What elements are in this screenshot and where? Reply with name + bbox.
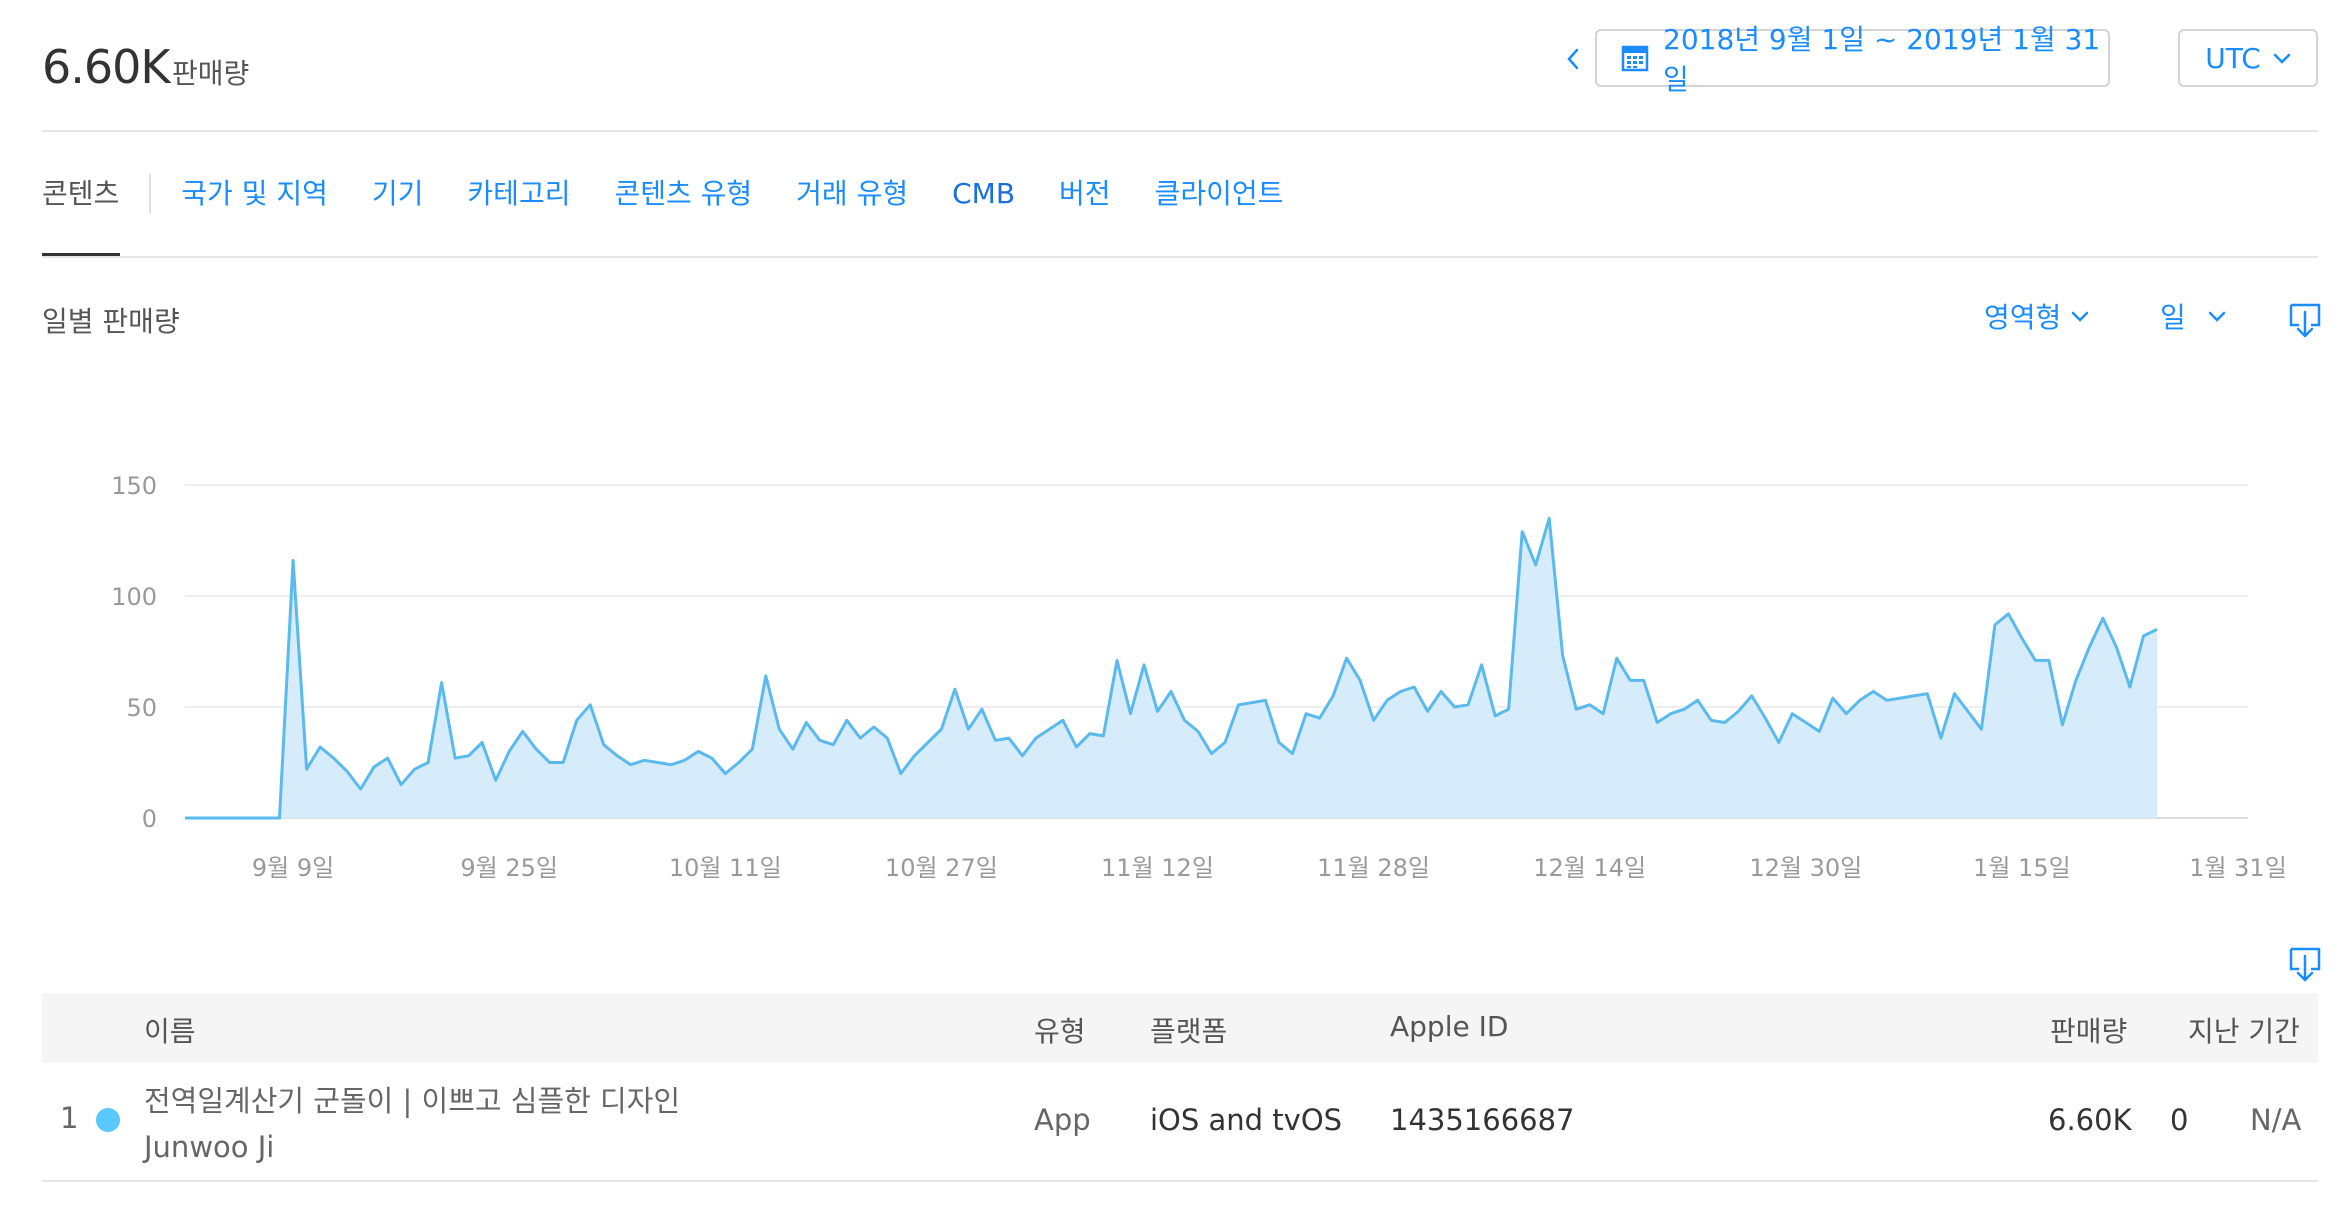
chevron-down-icon [2208,311,2226,322]
x-tick-label: 10월 11일 [669,854,782,882]
x-tick-label: 1월 15일 [1973,854,2071,882]
row-platform: iOS and tvOS [1150,1103,1343,1137]
tab-client[interactable]: 클라이언트 [1155,174,1284,214]
x-tick-label: 11월 28일 [1317,854,1430,882]
row-rank: 1 [60,1101,79,1135]
table-download-icon[interactable] [2288,946,2322,984]
row-previous-value: 0 [2170,1103,2189,1137]
tab-country-region[interactable]: 국가 및 지역 [181,174,328,214]
x-tick-label: 11월 12일 [1101,854,1214,882]
y-tick-label: 100 [111,583,157,611]
x-tick-label: 10월 27일 [885,854,998,882]
y-tick-label: 150 [111,472,157,500]
chart-title: 일별 판매량 [42,305,180,338]
row-apple-id: 1435166687 [1390,1103,1575,1137]
sales-area-fill [185,518,2157,818]
total-sales-value: 6.60K [42,40,171,94]
tab-version[interactable]: 버전 [1059,174,1111,214]
daily-sales-area-chart: 0 50 100 150 9월 9일 9월 25일 10월 11일 10월 27일 11월 12… [111,472,2287,882]
header-name[interactable]: 이름 [144,1010,196,1050]
dimension-tabs: 콘텐츠 국가 및 지역 기기 카테고리 콘텐츠 유형 거래 유형 CMB 버전 … [42,174,1327,214]
chart-type-select[interactable]: 영역형 [1984,296,2089,336]
chevron-down-icon [2273,53,2290,64]
row-type: App [1034,1103,1091,1137]
total-sales-label: 판매량 [172,57,250,90]
x-tick-label: 9월 25일 [460,854,558,882]
y-tick-label: 0 [142,805,157,833]
tab-cmb[interactable]: CMB [952,174,1015,214]
tab-category[interactable]: 카테고리 [467,174,570,214]
date-range-label: 2018년 9월 1일 ~ 2019년 1월 31일 [1663,23,2101,96]
row-sales: 6.60K [2048,1103,2132,1137]
chart-type-label: 영역형 [1984,301,2062,334]
date-range-picker[interactable]: 2018년 9월 1일 ~ 2019년 1월 31일 [1595,23,2110,96]
row-app-name[interactable]: 전역일계산기 군돌이 | 이쁘고 심플한 디자인 [144,1078,680,1120]
header-apple-id[interactable]: Apple ID [1390,1010,1508,1043]
series-color-dot [96,1108,120,1132]
header-divider [42,130,2318,132]
x-tick-label: 1월 31일 [2189,854,2287,882]
tab-separator [149,174,152,214]
chevron-left-icon [1567,48,1579,70]
x-tick-label: 12월 30일 [1749,854,1862,882]
chart-download-icon[interactable] [2288,302,2322,340]
granularity-label: 일 [2160,301,2186,334]
timezone-label: UTC [2205,41,2261,75]
header-type[interactable]: 유형 [1034,1010,1086,1050]
row-developer: Junwoo Ji [144,1130,275,1164]
tab-content[interactable]: 콘텐츠 [42,174,119,214]
tab-content-type[interactable]: 콘텐츠 유형 [614,174,752,214]
x-tick-label: 12월 14일 [1533,854,1646,882]
calendar-icon [1621,44,1649,72]
chevron-down-icon [2072,311,2089,322]
header-sales[interactable]: 판매량 [2050,1010,2127,1050]
granularity-select[interactable]: 일 [2160,296,2226,336]
tabs-divider [42,256,2318,258]
timezone-select[interactable]: UTC [2178,29,2318,87]
row-divider [42,1180,2318,1182]
x-tick-label: 9월 9일 [252,854,334,882]
header-platform[interactable]: 플랫폼 [1150,1010,1227,1050]
y-tick-label: 50 [126,694,157,722]
previous-period-button[interactable] [1558,44,1588,74]
tab-device[interactable]: 기기 [372,174,424,214]
tab-transaction-type[interactable]: 거래 유형 [796,174,908,214]
row-previous-change: N/A [2250,1103,2302,1137]
header-previous-period[interactable]: 지난 기간 [2188,1010,2300,1050]
